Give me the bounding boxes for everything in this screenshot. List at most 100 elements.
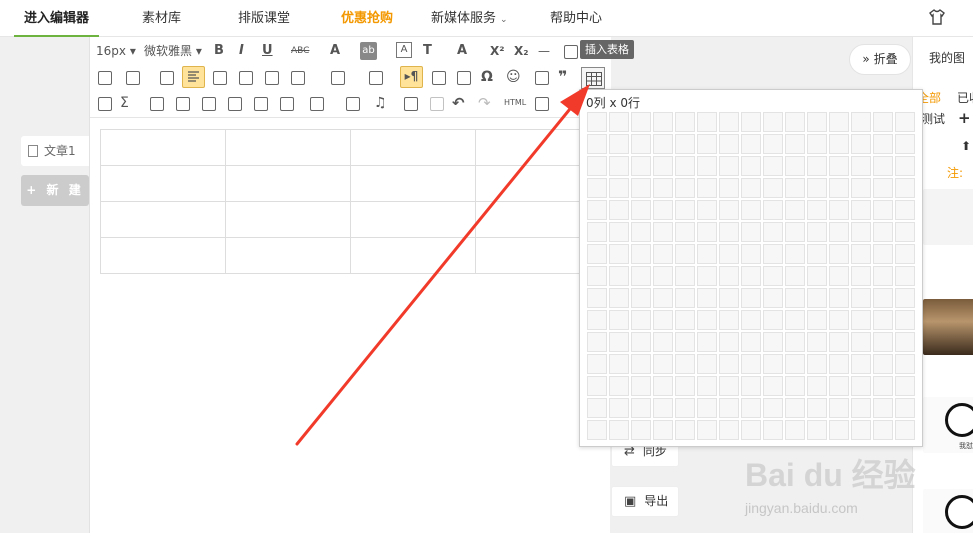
table-size-cell[interactable] <box>587 134 607 154</box>
table-size-cell[interactable] <box>807 376 827 396</box>
table-size-picker[interactable]: 0列 x 0行 <box>579 89 923 447</box>
table-size-cell[interactable] <box>895 398 915 418</box>
table-size-cell[interactable] <box>653 200 673 220</box>
table-size-cell[interactable] <box>697 134 717 154</box>
table-cell[interactable] <box>100 165 226 202</box>
table-size-cell[interactable] <box>653 310 673 330</box>
table-size-cell[interactable] <box>829 420 849 440</box>
table-size-cell[interactable] <box>873 288 893 308</box>
table-size-cell[interactable] <box>851 112 871 132</box>
omega-icon[interactable]: Ω <box>481 68 493 86</box>
table-size-cell[interactable] <box>895 266 915 286</box>
highlight-button[interactable]: ab <box>360 42 377 60</box>
table-cell[interactable] <box>225 201 351 238</box>
map-pin-icon[interactable] <box>250 94 270 112</box>
image-thumbnail[interactable] <box>923 189 973 245</box>
table-size-cell[interactable] <box>653 354 673 374</box>
table-size-cell[interactable] <box>785 398 805 418</box>
table-size-cell[interactable] <box>829 112 849 132</box>
table-size-cell[interactable] <box>741 244 761 264</box>
image-icon[interactable] <box>146 94 166 112</box>
rtl-direction-icon[interactable] <box>428 68 448 86</box>
table-size-cell[interactable] <box>829 354 849 374</box>
table-size-cell[interactable] <box>873 376 893 396</box>
table-size-cell[interactable] <box>895 222 915 242</box>
align-center-icon[interactable] <box>209 68 229 86</box>
table-size-cell[interactable] <box>719 288 739 308</box>
table-size-cell[interactable] <box>653 244 673 264</box>
table-size-cell[interactable] <box>763 244 783 264</box>
table-size-cell[interactable] <box>763 112 783 132</box>
table-size-cell[interactable] <box>851 222 871 242</box>
table-size-cell[interactable] <box>741 134 761 154</box>
image-thumbnail[interactable] <box>923 489 973 533</box>
export-button[interactable]: ▣ 导出 <box>611 486 679 517</box>
table-size-cell[interactable] <box>741 398 761 418</box>
table-size-cell[interactable] <box>675 200 695 220</box>
table-size-cell[interactable] <box>763 310 783 330</box>
table-size-cell[interactable] <box>609 332 629 352</box>
table-size-cell[interactable] <box>675 310 695 330</box>
unlink-icon[interactable] <box>426 94 446 112</box>
table-size-cell[interactable] <box>587 178 607 198</box>
underline-button[interactable]: U <box>262 42 273 60</box>
table-size-cell[interactable] <box>763 420 783 440</box>
strikethrough-button[interactable]: ABC <box>291 42 309 60</box>
table-size-cell[interactable] <box>697 354 717 374</box>
table-size-cell[interactable] <box>807 354 827 374</box>
table-size-cell[interactable] <box>719 266 739 286</box>
table-size-cell[interactable] <box>785 156 805 176</box>
table-size-cell[interactable] <box>653 112 673 132</box>
table-size-cell[interactable] <box>829 178 849 198</box>
table-size-cell[interactable] <box>873 244 893 264</box>
table-size-cell[interactable] <box>785 310 805 330</box>
table-size-cell[interactable] <box>895 200 915 220</box>
table-size-cell[interactable] <box>829 134 849 154</box>
table-size-cell[interactable] <box>719 200 739 220</box>
text-style-button[interactable]: T <box>423 42 432 60</box>
align-justify-icon[interactable] <box>261 68 281 86</box>
table-size-cell[interactable] <box>697 376 717 396</box>
table-size-cell[interactable] <box>653 178 673 198</box>
table-size-cell[interactable] <box>895 178 915 198</box>
table-size-cell[interactable] <box>587 244 607 264</box>
horizontal-rule-button[interactable]: — <box>538 42 550 60</box>
insert-table-button[interactable] <box>581 67 605 89</box>
table-size-cell[interactable] <box>873 266 893 286</box>
table-size-cell[interactable] <box>719 244 739 264</box>
table-size-cell[interactable] <box>675 376 695 396</box>
table-size-cell[interactable] <box>829 332 849 352</box>
table-size-cell[interactable] <box>851 266 871 286</box>
table-size-cell[interactable] <box>609 420 629 440</box>
table-size-cell[interactable] <box>675 112 695 132</box>
table-size-cell[interactable] <box>697 420 717 440</box>
table-size-cell[interactable] <box>895 112 915 132</box>
table-size-cell[interactable] <box>631 420 651 440</box>
table-size-cell[interactable] <box>829 288 849 308</box>
table-size-cell[interactable] <box>609 398 629 418</box>
doc-tab[interactable]: 文章1 <box>21 136 89 166</box>
table-size-cell[interactable] <box>697 288 717 308</box>
table-size-cell[interactable] <box>741 310 761 330</box>
table-size-cell[interactable] <box>851 244 871 264</box>
table-size-cell[interactable] <box>851 332 871 352</box>
table-size-cell[interactable] <box>609 244 629 264</box>
table-size-cell[interactable] <box>785 376 805 396</box>
table-size-cell[interactable] <box>895 288 915 308</box>
table-size-cell[interactable] <box>631 376 651 396</box>
table-size-cell[interactable] <box>785 420 805 440</box>
table-size-cell[interactable] <box>895 134 915 154</box>
nav-item-promo[interactable]: 优惠抢购 <box>341 0 393 37</box>
table-size-cell[interactable] <box>609 288 629 308</box>
list-icon[interactable] <box>365 68 385 86</box>
table-size-cell[interactable] <box>785 332 805 352</box>
table-cell[interactable] <box>350 201 476 238</box>
table-size-cell[interactable] <box>763 134 783 154</box>
collapse-button[interactable]: » 折叠 <box>849 44 911 75</box>
table-size-cell[interactable] <box>741 156 761 176</box>
table-size-cell[interactable] <box>873 112 893 132</box>
background-icon[interactable] <box>198 94 218 112</box>
table-size-cell[interactable] <box>609 112 629 132</box>
table-size-cell[interactable] <box>675 288 695 308</box>
table-size-cell[interactable] <box>631 178 651 198</box>
